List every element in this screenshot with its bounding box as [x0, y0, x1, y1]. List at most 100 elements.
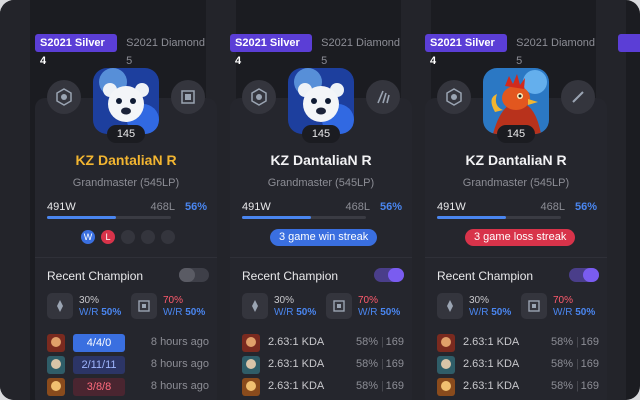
stat-primary: 30% W/R 50% — [469, 295, 511, 319]
slash-blade-icon[interactable] — [561, 80, 595, 114]
champion-thumb-icon — [47, 356, 65, 374]
champion-thumb-icon — [437, 334, 455, 352]
tab-season-diamond[interactable]: S2021 Diamond 5 — [316, 34, 412, 67]
role-icon — [521, 293, 547, 319]
stat-secondary-wr: 50% — [185, 307, 206, 318]
stat-secondary: 70% W/R 50% — [163, 295, 205, 319]
champion-row[interactable]: 2.63:1 KDA 58% | 169 — [437, 334, 599, 352]
champion-kda: 2.63:1 KDA — [463, 358, 520, 370]
separator: | — [381, 336, 384, 348]
recent-champion-toggle[interactable] — [179, 268, 209, 282]
match-kda: 3/8/8 — [73, 378, 125, 396]
stat-primary-wr: 50% — [296, 307, 317, 318]
toggle-knob — [179, 268, 195, 282]
stat-secondary: 70% W/R 50% — [553, 295, 595, 319]
match-row[interactable]: 2/11/11 8 hours ago — [47, 356, 209, 374]
streak-badge: 3 game win streak — [270, 229, 378, 246]
tab-season-silver[interactable]: S2021 Silver 4 — [425, 34, 508, 67]
divider — [35, 257, 217, 258]
losses-count: 468L — [345, 201, 370, 213]
champion-kda: 2.63:1 KDA — [268, 380, 325, 392]
champion-games: 169 — [385, 380, 404, 392]
separator: | — [381, 380, 384, 392]
champion-games: 169 — [580, 336, 599, 348]
stat-secondary-pct: 70% — [553, 295, 574, 306]
result-empty-dot — [141, 230, 155, 244]
match-kda: 2/11/11 — [73, 356, 125, 374]
champion-winrate: 58% — [355, 380, 378, 392]
champion-kda: 2.63:1 KDA — [268, 358, 325, 370]
summoner-name: KZ DantaliaN R — [75, 152, 177, 168]
champion-winrate: 58% — [355, 336, 378, 348]
champion-winrate: 58% — [550, 380, 573, 392]
stat-primary-wr-label: W/R — [274, 307, 294, 318]
stat-primary: 30% W/R 50% — [79, 295, 121, 319]
winrate-bar-fill — [242, 216, 312, 219]
summoner-level: 145 — [107, 125, 145, 143]
stat-secondary: 70% W/R 50% — [358, 295, 400, 319]
separator: | — [576, 358, 579, 370]
summoner-name: KZ DantaliaN R — [465, 152, 567, 168]
profile-card-2: S2021 Silver 4 S2021 Diamond 5 145 KZ Da… — [230, 0, 412, 400]
divider — [425, 257, 607, 258]
winrate-bar-fill — [47, 216, 117, 219]
champion-row[interactable]: 2.63:1 KDA 58% | 169 — [242, 378, 404, 396]
stat-secondary-pct: 70% — [358, 295, 379, 306]
rank-emblem-icon — [47, 80, 81, 114]
winrate-bar-fill — [437, 216, 507, 219]
lane-icon — [242, 293, 268, 319]
tab-season-silver[interactable]: S2021 Silver 4 — [230, 34, 313, 67]
champion-row[interactable]: 2.63:1 KDA 58% | 169 — [242, 356, 404, 374]
rank-text: Grandmaster (545LP) — [267, 177, 375, 189]
season-tabs: S2021 Silver 4 S2021 Diamond 5 — [35, 34, 217, 67]
winrate-percent: 56% — [184, 201, 207, 213]
stat-secondary-wr: 50% — [380, 307, 401, 318]
champion-winrate: 58% — [550, 336, 573, 348]
square-frame-icon[interactable] — [171, 80, 205, 114]
tab-season-silver[interactable]: S2021 Silver 4 — [35, 34, 118, 67]
rank-text: Grandmaster (545LP) — [462, 177, 570, 189]
stat-primary: 30% W/R 50% — [274, 295, 316, 319]
match-row[interactable]: 4/4/0 8 hours ago — [47, 334, 209, 352]
stat-primary-wr: 50% — [491, 307, 512, 318]
match-time: 8 hours ago — [150, 380, 209, 392]
partial-season-tab[interactable] — [618, 34, 640, 52]
role-icon — [326, 293, 352, 319]
match-row[interactable]: 3/8/8 8 hours ago — [47, 378, 209, 396]
result-empty-dot — [161, 230, 175, 244]
stat-primary-pct: 30% — [469, 295, 490, 306]
card-panel — [35, 98, 217, 400]
summoner-level: 145 — [497, 125, 535, 143]
recent-champion-label: Recent Champion — [242, 269, 339, 283]
champion-thumb-icon — [242, 378, 260, 396]
tab-season-diamond[interactable]: S2021 Diamond 5 — [511, 34, 607, 67]
separator: | — [576, 380, 579, 392]
champion-row[interactable]: 2.63:1 KDA 58% | 169 — [437, 378, 599, 396]
tab-season-diamond[interactable]: S2021 Diamond 5 — [121, 34, 217, 67]
champion-row[interactable]: 2.63:1 KDA 58% | 169 — [437, 356, 599, 374]
recent-champion-toggle[interactable] — [569, 268, 599, 282]
champion-thumb-icon — [47, 334, 65, 352]
champion-kda: 2.63:1 KDA — [463, 336, 520, 348]
winrate-bar — [242, 216, 366, 219]
claw-icon[interactable] — [366, 80, 400, 114]
card-panel — [230, 98, 412, 400]
summoner-level: 145 — [302, 125, 340, 143]
profile-card-3: S2021 Silver 4 S2021 Diamond 5 145 KZ Da… — [425, 0, 607, 400]
stat-secondary-wr-label: W/R — [358, 307, 378, 318]
stat-secondary-wr-label: W/R — [553, 307, 573, 318]
winrate-bar — [47, 216, 171, 219]
recent-results: W L — [81, 230, 175, 244]
champion-row[interactable]: 2.63:1 KDA 58% | 169 — [242, 334, 404, 352]
recent-champion-toggle[interactable] — [374, 268, 404, 282]
stat-primary-wr: 50% — [101, 307, 122, 318]
separator: | — [576, 336, 579, 348]
champion-games: 169 — [385, 336, 404, 348]
match-kda: 4/4/0 — [73, 334, 125, 352]
summoner-name: KZ DantaliaN R — [270, 152, 372, 168]
toggle-knob — [583, 268, 599, 282]
separator: | — [381, 358, 384, 370]
result-empty-dot — [121, 230, 135, 244]
champion-thumb-icon — [242, 334, 260, 352]
champion-winrate: 58% — [550, 358, 573, 370]
